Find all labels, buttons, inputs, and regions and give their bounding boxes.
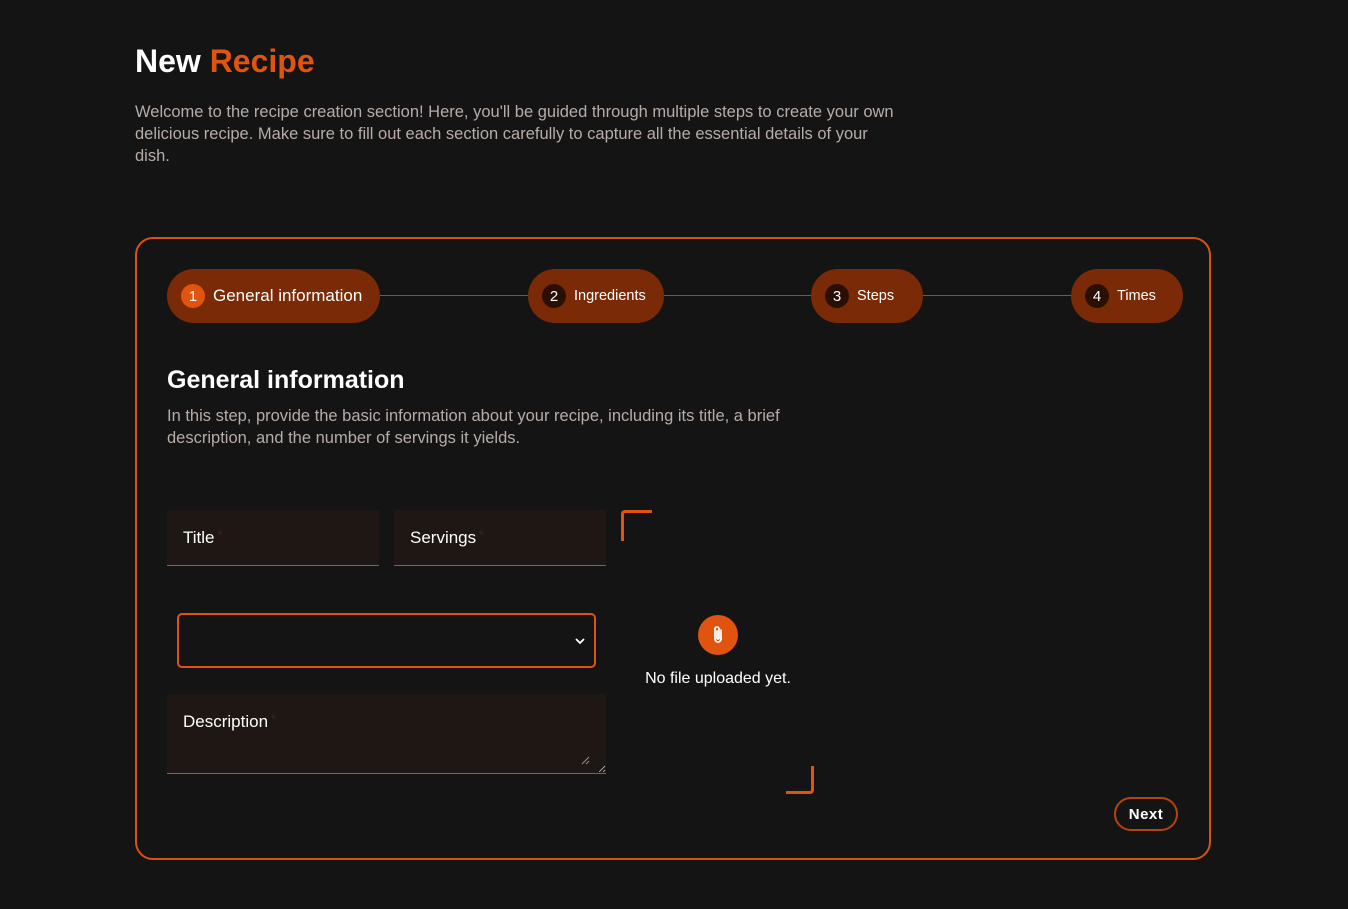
resize-handle-icon[interactable]	[581, 756, 590, 765]
step-times[interactable]: 4 Times	[1071, 269, 1183, 323]
new-recipe-page: New Recipe Welcome to the recipe creatio…	[0, 0, 1348, 909]
step-number: 2	[542, 284, 566, 308]
description-label-text: Description	[183, 712, 269, 731]
step-label: Times	[1117, 288, 1156, 304]
intro-text: Welcome to the recipe creation section! …	[135, 103, 894, 165]
title-label-text: Title	[183, 528, 215, 547]
required-marker: *	[271, 712, 276, 726]
upload-status-text: No file uploaded yet.	[645, 670, 791, 687]
step-number: 3	[825, 284, 849, 308]
page-title-prefix: New	[135, 43, 201, 79]
description-textarea[interactable]	[167, 694, 606, 773]
section-title: General information	[167, 366, 405, 394]
required-marker: *	[217, 528, 223, 542]
step-number: 4	[1085, 284, 1109, 308]
step-label: General information	[213, 286, 363, 305]
upload-frame-corner-top-left	[621, 510, 652, 541]
servings-field[interactable]: Servings *	[394, 510, 606, 566]
upload-file-button[interactable]	[698, 615, 738, 655]
next-button[interactable]: Next	[1114, 797, 1178, 831]
description-field-label: Description *	[183, 712, 276, 732]
section-description: In this step, provide the basic informat…	[167, 407, 780, 447]
page-title-accent: Recipe	[209, 43, 315, 79]
step-label: Steps	[857, 288, 895, 304]
description-field[interactable]: Description *	[167, 694, 606, 774]
step-general-information[interactable]: 1 General information	[167, 269, 380, 323]
servings-field-label: Servings *	[410, 528, 484, 548]
servings-label-text: Servings	[410, 528, 477, 547]
step-number: 1	[181, 284, 205, 308]
step-steps[interactable]: 3 Steps	[811, 269, 923, 323]
required-marker: *	[479, 528, 484, 542]
chevron-down-icon	[575, 632, 585, 648]
title-field-label: Title *	[183, 528, 222, 548]
page-title: New Recipe	[135, 40, 315, 82]
upload-frame-corner-bottom-right	[786, 766, 814, 794]
paperclip-icon	[714, 626, 722, 643]
stepper-connector-line	[380, 295, 1080, 296]
step-label: Ingredients	[574, 288, 646, 304]
category-select[interactable]	[177, 613, 596, 668]
step-ingredients[interactable]: 2 Ingredients	[528, 269, 664, 323]
title-field[interactable]: Title *	[167, 510, 379, 566]
